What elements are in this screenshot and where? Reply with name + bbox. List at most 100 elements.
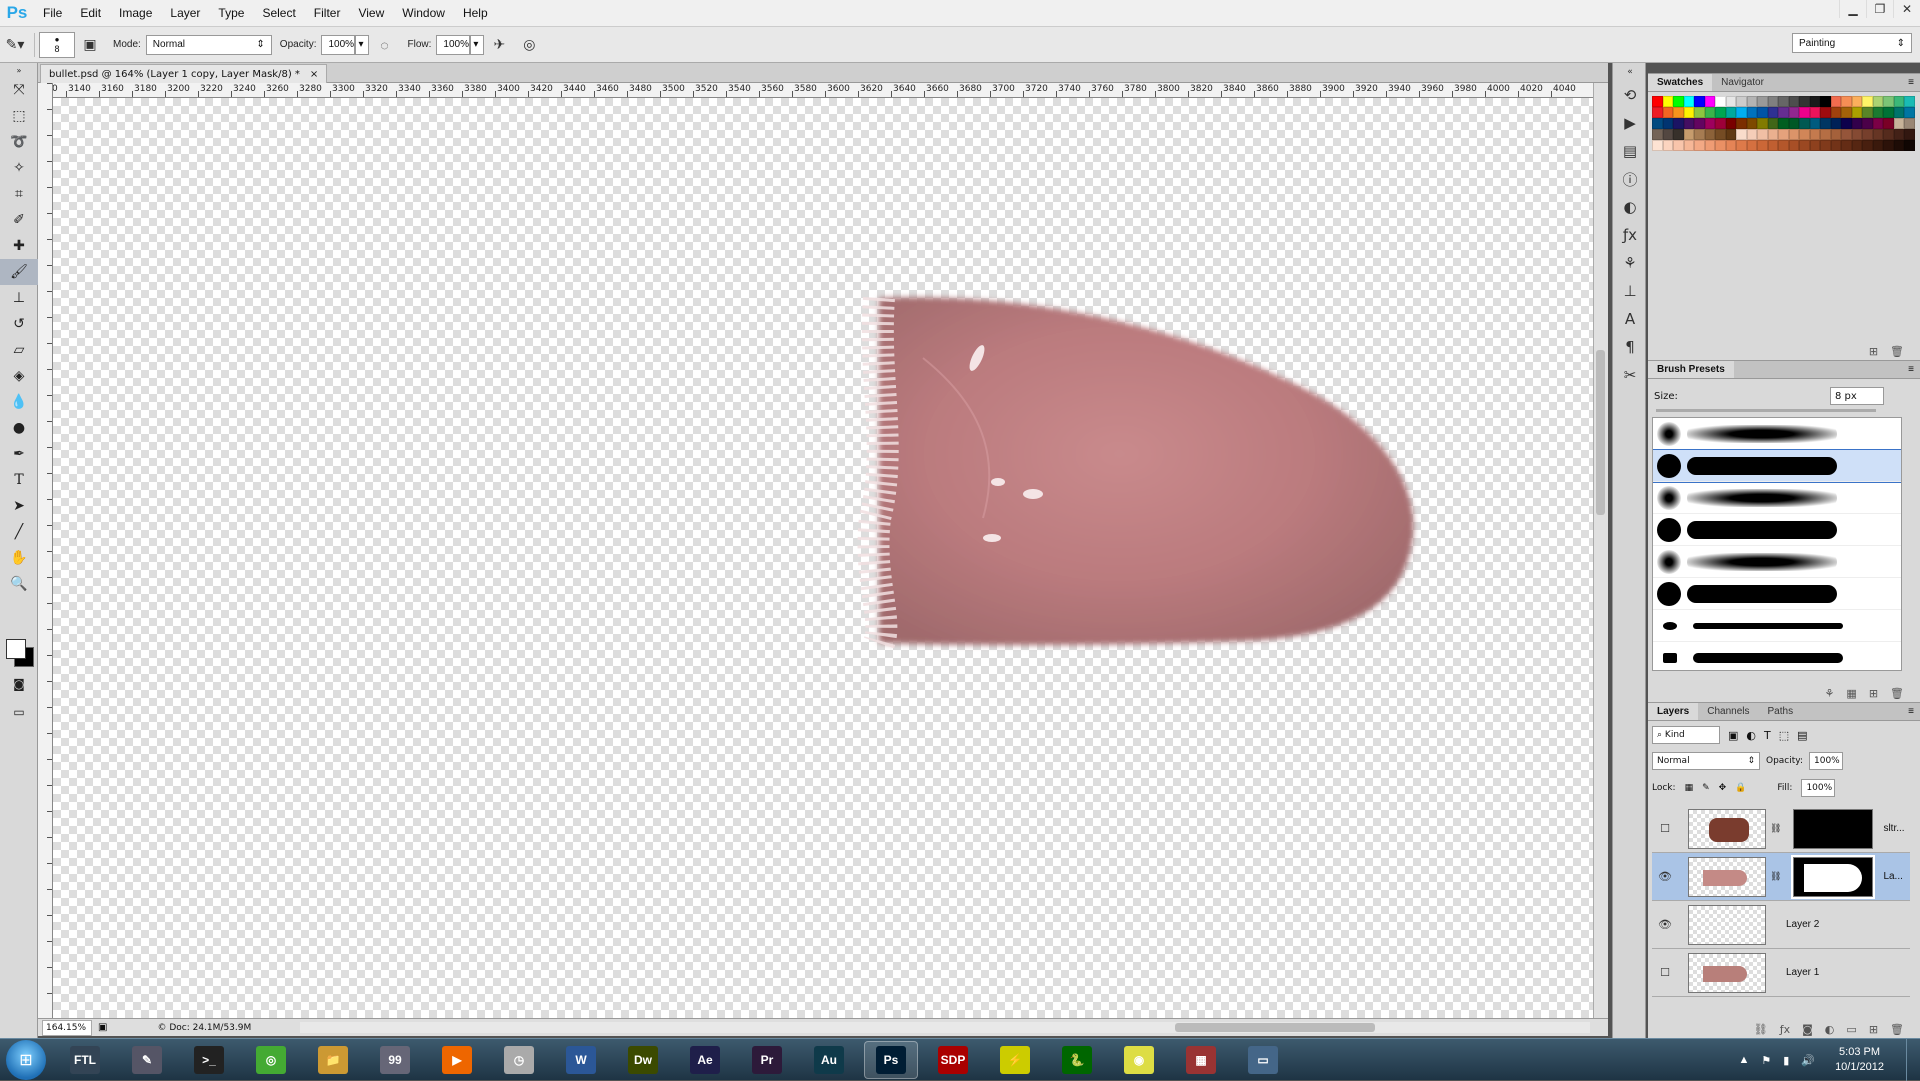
flow-input[interactable]: 100% [436,34,471,55]
menu-edit[interactable]: Edit [71,0,110,27]
filter-adjustment-icon[interactable]: ◐ [1746,729,1756,742]
color-swatch[interactable] [1799,140,1810,151]
opacity-dropdown[interactable]: ▾ [355,34,370,55]
color-swatch[interactable] [1851,140,1862,151]
tab-brush-presets[interactable]: Brush Presets [1648,361,1734,378]
brush-preset[interactable] [1653,610,1901,642]
color-swatch[interactable] [1862,96,1873,107]
network-icon[interactable]: ▮ [1783,1054,1789,1067]
taskbar-app[interactable]: 📁 [306,1041,360,1079]
foreground-color-swatch[interactable] [6,639,26,659]
delete-layer-icon[interactable]: 🗑 [1890,1023,1904,1036]
color-swatch[interactable] [1652,96,1663,107]
menu-filter[interactable]: Filter [305,0,350,27]
color-swatch[interactable] [1673,118,1684,129]
color-swatch[interactable] [1904,140,1915,151]
taskbar-app[interactable]: 🐍 [1050,1041,1104,1079]
tab-channels[interactable]: Channels [1698,703,1758,720]
blur-tool-icon[interactable]: 💧 [0,389,38,415]
color-swatch[interactable] [1841,118,1852,129]
color-swatch[interactable] [1715,140,1726,151]
color-swatch[interactable] [1841,129,1852,140]
mode-select[interactable]: Normal ⇕ [145,34,272,55]
close-button[interactable]: ✕ [1893,0,1920,18]
filter-smart-object-icon[interactable]: ▤ [1797,729,1807,742]
color-swatch[interactable] [1757,107,1768,118]
color-swatch[interactable] [1652,118,1663,129]
layer-row[interactable]: ☐ Layer 1 [1652,949,1910,997]
color-swatch[interactable] [1851,118,1862,129]
color-swatch[interactable] [1767,107,1778,118]
pen-tool-icon[interactable]: ✒ [0,441,38,467]
color-swatch[interactable] [1820,118,1831,129]
color-swatch[interactable] [1820,96,1831,107]
tab-navigator[interactable]: Navigator [1712,74,1773,91]
taskbar-app[interactable]: SDP [926,1041,980,1079]
color-swatch[interactable] [1694,118,1705,129]
color-swatch[interactable] [1904,129,1915,140]
taskbar-app[interactable]: ▭ [1236,1041,1290,1079]
color-swatch[interactable] [1883,118,1894,129]
layer-row[interactable]: 👁 ⛓ La... [1652,853,1910,901]
paint-bucket-tool-icon[interactable]: ◈ [0,363,38,389]
taskbar-app[interactable]: ▦ [1174,1041,1228,1079]
color-swatch[interactable] [1830,107,1841,118]
color-swatch[interactable] [1715,118,1726,129]
color-swatch[interactable] [1893,107,1904,118]
type-tool-icon[interactable]: T [0,467,38,493]
new-preset-icon[interactable]: ⊞ [1869,687,1878,700]
vertical-scrollbar[interactable] [1593,83,1608,1018]
visibility-toggle[interactable]: ☐ [1656,820,1674,838]
menu-file[interactable]: File [34,0,71,27]
layer-mask-thumbnail[interactable] [1791,854,1876,899]
color-swatch[interactable] [1746,107,1757,118]
zoom-tool-icon[interactable]: 🔍 [0,571,38,597]
brush-preset[interactable] [1653,418,1901,450]
color-swatch[interactable] [1862,129,1873,140]
new-swatch-icon[interactable]: ⊞ [1869,345,1878,358]
filter-pixel-icon[interactable]: ▣ [1728,729,1738,742]
color-swatch[interactable] [1715,129,1726,140]
horizontal-scroll-thumb[interactable] [1175,1023,1375,1032]
blend-mode-select[interactable]: Normal ⇕ [1652,752,1760,770]
color-swatch[interactable] [1736,129,1747,140]
color-swatch[interactable] [1841,107,1852,118]
adjustment-layer-icon[interactable]: ◐ [1825,1023,1835,1036]
link-icon[interactable]: ⛓ [1770,824,1781,834]
color-swatch[interactable] [1704,129,1715,140]
eye-icon[interactable]: 👁 [1656,868,1674,886]
eye-icon[interactable]: 👁 [1656,916,1674,934]
color-swatch[interactable] [1883,140,1894,151]
color-swatch[interactable] [1893,129,1904,140]
brush-size-input[interactable]: 8 px [1830,387,1884,405]
color-swatch[interactable] [1715,107,1726,118]
color-swatch[interactable] [1872,118,1883,129]
history-brush-tool-icon[interactable]: ↺ [0,311,38,337]
tab-swatches[interactable]: Swatches [1648,74,1713,91]
taskbar-app[interactable]: ▶ [430,1041,484,1079]
tab-paths[interactable]: Paths [1759,703,1803,720]
brush-panel-icon[interactable]: ⚘ [1613,249,1647,277]
color-swatch[interactable] [1652,140,1663,151]
new-group-icon[interactable]: ▭ [1846,1023,1856,1036]
status-menu-icon[interactable]: ▣ [98,1022,107,1033]
color-swatch[interactable] [1830,140,1841,151]
color-swatch[interactable] [1683,129,1694,140]
color-swatch[interactable] [1883,96,1894,107]
color-swatch[interactable] [1662,118,1673,129]
actions-panel-icon[interactable]: ▶ [1613,109,1647,137]
color-swatch[interactable] [1757,118,1768,129]
panel-menu-icon[interactable]: ≡ [1902,703,1920,720]
color-swatch[interactable] [1788,140,1799,151]
taskbar-app[interactable]: Ae [678,1041,732,1079]
color-swatch[interactable] [1704,140,1715,151]
delete-preset-icon[interactable]: 🗑 [1890,687,1904,700]
menu-select[interactable]: Select [253,0,304,27]
color-swatch[interactable] [1862,118,1873,129]
tool-presets-panel-icon[interactable]: ✂ [1613,361,1647,389]
color-swatch[interactable] [1725,96,1736,107]
lasso-tool-icon[interactable]: ➰ [0,129,38,155]
color-swatch[interactable] [1872,129,1883,140]
color-swatch[interactable] [1778,96,1789,107]
taskbar-app[interactable]: >_ [182,1041,236,1079]
